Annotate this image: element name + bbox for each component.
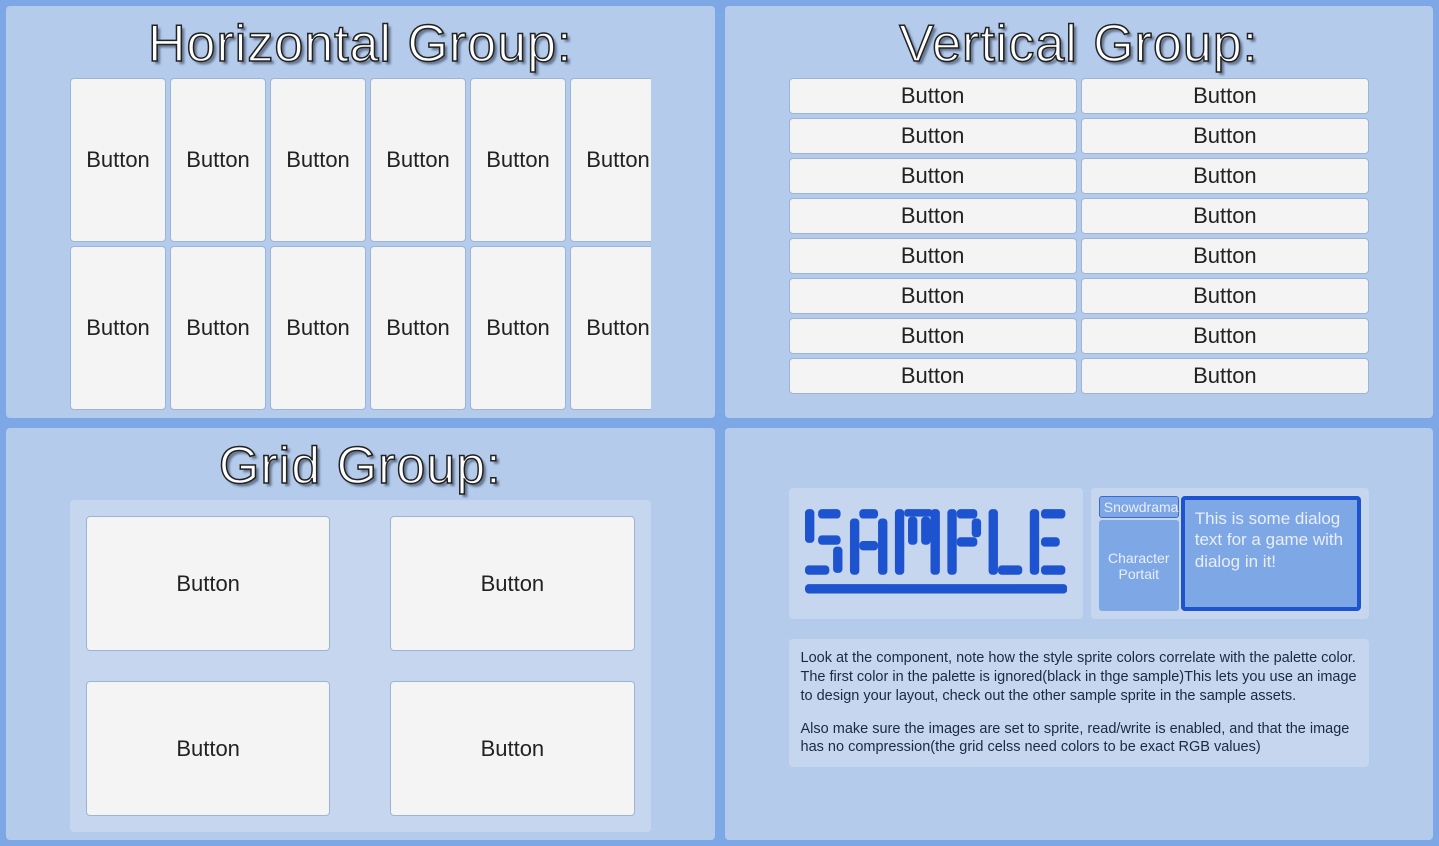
vgroup-button[interactable]: Button bbox=[1081, 198, 1369, 234]
sample-sprite-box bbox=[789, 488, 1083, 619]
dialog-portrait-label: Character Portait bbox=[1099, 520, 1179, 611]
vgroup-button[interactable]: Button bbox=[1081, 158, 1369, 194]
vgroup-button[interactable]: Button bbox=[1081, 278, 1369, 314]
vertical-group-title: Vertical Group: bbox=[789, 14, 1370, 74]
ggroup-button[interactable]: Button bbox=[390, 516, 634, 651]
horizontal-group-title: Horizontal Group: bbox=[70, 14, 651, 74]
sample-sprite-icon bbox=[805, 506, 1067, 606]
horizontal-group-scroll[interactable]: ButtonButtonButtonButtonButtonButtonButt… bbox=[70, 78, 651, 410]
hgroup-button[interactable]: Button bbox=[570, 78, 651, 242]
ggroup-button[interactable]: Button bbox=[390, 681, 634, 816]
vgroup-button[interactable]: Button bbox=[1081, 238, 1369, 274]
ggroup-button[interactable]: Button bbox=[86, 516, 330, 651]
hgroup-button[interactable]: Button bbox=[270, 246, 366, 410]
vgroup-button[interactable]: Button bbox=[789, 318, 1077, 354]
vgroup-button[interactable]: Button bbox=[789, 278, 1077, 314]
hgroup-button[interactable]: Button bbox=[570, 246, 651, 410]
info-description: Look at the component, note how the styl… bbox=[789, 639, 1370, 767]
grid-group-title: Grid Group: bbox=[70, 436, 651, 496]
dialog-speaker-name: Snowdrama bbox=[1099, 496, 1179, 518]
grid-group-area: Button Button Button Button bbox=[70, 500, 651, 832]
hgroup-button[interactable]: Button bbox=[170, 246, 266, 410]
hgroup-button[interactable]: Button bbox=[270, 78, 366, 242]
grid-group-panel: Grid Group: Button Button Button Button bbox=[4, 426, 717, 842]
hgroup-button[interactable]: Button bbox=[70, 246, 166, 410]
vgroup-button[interactable]: Button bbox=[789, 238, 1077, 274]
dialog-text: This is some dialog text for a game with… bbox=[1181, 496, 1361, 611]
info-description-p1: Look at the component, note how the styl… bbox=[801, 649, 1358, 706]
hgroup-button[interactable]: Button bbox=[370, 78, 466, 242]
vgroup-button[interactable]: Button bbox=[789, 118, 1077, 154]
vertical-group-panel: Vertical Group: ButtonButtonButtonButton… bbox=[723, 4, 1436, 420]
ggroup-button[interactable]: Button bbox=[86, 681, 330, 816]
vgroup-button[interactable]: Button bbox=[1081, 78, 1369, 114]
info-panel: Snowdrama Character Portait This is some… bbox=[723, 426, 1436, 842]
vgroup-button[interactable]: Button bbox=[1081, 318, 1369, 354]
vgroup-button[interactable]: Button bbox=[789, 198, 1077, 234]
vgroup-button[interactable]: Button bbox=[1081, 118, 1369, 154]
vgroup-button[interactable]: Button bbox=[1081, 358, 1369, 394]
horizontal-group-panel: Horizontal Group: ButtonButtonButtonButt… bbox=[4, 4, 717, 420]
info-description-p2: Also make sure the images are set to spr… bbox=[801, 720, 1358, 758]
hgroup-button[interactable]: Button bbox=[370, 246, 466, 410]
vgroup-button[interactable]: Button bbox=[789, 158, 1077, 194]
hgroup-button[interactable]: Button bbox=[470, 78, 566, 242]
vertical-group-scroll[interactable]: ButtonButtonButtonButtonButtonButtonButt… bbox=[789, 78, 1370, 410]
hgroup-button[interactable]: Button bbox=[470, 246, 566, 410]
vgroup-button[interactable]: Button bbox=[789, 358, 1077, 394]
hgroup-button[interactable]: Button bbox=[70, 78, 166, 242]
dialog-box: Snowdrama Character Portait This is some… bbox=[1091, 488, 1369, 619]
vgroup-button[interactable]: Button bbox=[789, 78, 1077, 114]
hgroup-button[interactable]: Button bbox=[170, 78, 266, 242]
